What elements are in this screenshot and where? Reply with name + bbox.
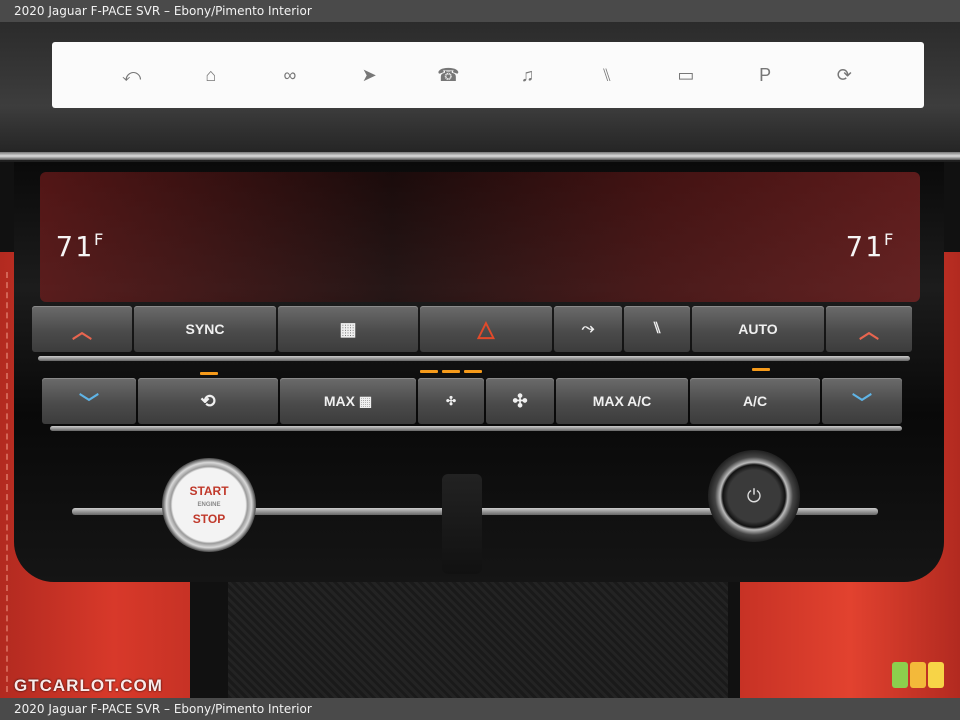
vehicle-icon[interactable]: ⟳ xyxy=(832,63,856,87)
indicator-led xyxy=(420,370,438,373)
airflow-icon: ⤳ xyxy=(581,320,595,337)
start-label: START xyxy=(189,484,229,498)
fan-up-button[interactable]: ✣ xyxy=(486,378,554,424)
climate-row-1: ︿ SYNC ▦ △ ⤳ ⑊ AUTO ︿ xyxy=(32,306,912,352)
stitching xyxy=(6,272,10,692)
right-temp-value: 71 xyxy=(846,230,884,263)
caption-bar-bottom: 2020 Jaguar F-PACE SVR – Ebony/Pimento I… xyxy=(0,698,960,720)
max-ac-button[interactable]: MAX A/C xyxy=(556,378,688,424)
seat-icon[interactable]: ⑊ xyxy=(595,63,619,87)
indicator-led xyxy=(464,370,482,373)
interior-photo: ⤺ ⌂ ∞ ➤ ☎ ♫ ⑊ ▭ P ⟳ 71F 71F ︿ SYNC ▦ △ ⤳… xyxy=(0,22,960,698)
watermark: GTCARLOT.COM xyxy=(14,676,163,695)
max-defrost-button[interactable]: MAX ▦ xyxy=(280,378,416,424)
right-temp-unit: F xyxy=(883,230,896,249)
fan-down-button[interactable]: ✣ xyxy=(418,378,484,424)
sync-button[interactable]: SYNC xyxy=(134,306,276,352)
center-console-lever xyxy=(442,474,482,574)
recirculation-button[interactable]: ⟲ xyxy=(138,378,278,424)
parking-icon[interactable]: P xyxy=(753,63,777,87)
stop-label: STOP xyxy=(192,512,226,526)
chrome-trim xyxy=(0,152,960,160)
chrome-rail-1 xyxy=(38,356,910,361)
red-reflection xyxy=(40,172,920,302)
rear-defrost-button[interactable]: ▦ xyxy=(278,306,418,352)
logo-green xyxy=(892,662,908,688)
fan-small-icon: ✣ xyxy=(445,394,457,408)
power-icon: ⏻ xyxy=(746,485,762,506)
recirculation-icon: ⟲ xyxy=(200,390,216,411)
max-defrost-label: MAX xyxy=(323,393,355,409)
chrome-rail-2 xyxy=(50,426,902,431)
seat-climate-button[interactable]: ⑊ xyxy=(624,306,690,352)
fan-large-icon: ✣ xyxy=(512,390,528,411)
caption-text-bottom: 2020 Jaguar F-PACE SVR – Ebony/Pimento I… xyxy=(14,702,312,716)
climate-row-2: ﹀ ⟲ MAX ▦ ✣ ✣ MAX A/C A/C ﹀ xyxy=(42,378,902,424)
left-temp-display: 71F xyxy=(56,230,105,263)
left-temp-value: 71 xyxy=(56,230,94,263)
connect-icon[interactable]: ∞ xyxy=(278,63,302,87)
media-icon[interactable]: ♫ xyxy=(516,63,540,87)
right-temp-up-button[interactable]: ︿ xyxy=(826,306,912,352)
rear-defrost-icon: ▦ xyxy=(339,318,357,339)
airflow-button[interactable]: ⤳ xyxy=(554,306,622,352)
indicator-led xyxy=(442,370,460,373)
navigation-icon[interactable]: ➤ xyxy=(357,63,381,87)
touchscreen-nav-strip: ⤺ ⌂ ∞ ➤ ☎ ♫ ⑊ ▭ P ⟳ xyxy=(52,42,924,108)
indicator-led xyxy=(200,372,218,375)
hazard-icon: △ xyxy=(477,316,495,341)
left-temp-unit: F xyxy=(93,230,106,249)
ac-button[interactable]: A/C xyxy=(690,378,820,424)
front-defrost-icon: ▦ xyxy=(358,392,373,409)
back-icon[interactable]: ⤺ xyxy=(120,63,144,87)
camera-icon[interactable]: ▭ xyxy=(674,63,698,87)
caption-text: 2020 Jaguar F-PACE SVR – Ebony/Pimento I… xyxy=(14,4,312,18)
volume-power-knob[interactable]: ⏻ xyxy=(708,450,800,542)
auto-button[interactable]: AUTO xyxy=(692,306,824,352)
right-temp-down-button[interactable]: ﹀ xyxy=(822,378,902,424)
caption-bar-top: 2020 Jaguar F-PACE SVR – Ebony/Pimento I… xyxy=(0,0,960,22)
home-icon[interactable]: ⌂ xyxy=(199,63,223,87)
left-temp-down-button[interactable]: ﹀ xyxy=(42,378,136,424)
seat-icon: ⑊ xyxy=(652,320,662,337)
start-stop-button[interactable]: START ENGINE STOP xyxy=(162,458,256,552)
hazard-button[interactable]: △ xyxy=(420,306,552,352)
right-temp-display: 71F xyxy=(846,230,895,263)
logo-yellow xyxy=(928,662,944,688)
phone-icon[interactable]: ☎ xyxy=(436,63,460,87)
storage-tray xyxy=(228,582,728,698)
site-logo xyxy=(892,662,944,688)
logo-orange xyxy=(910,662,926,688)
indicator-led xyxy=(752,368,770,371)
engine-label: ENGINE xyxy=(197,502,221,508)
left-temp-up-button[interactable]: ︿ xyxy=(32,306,132,352)
